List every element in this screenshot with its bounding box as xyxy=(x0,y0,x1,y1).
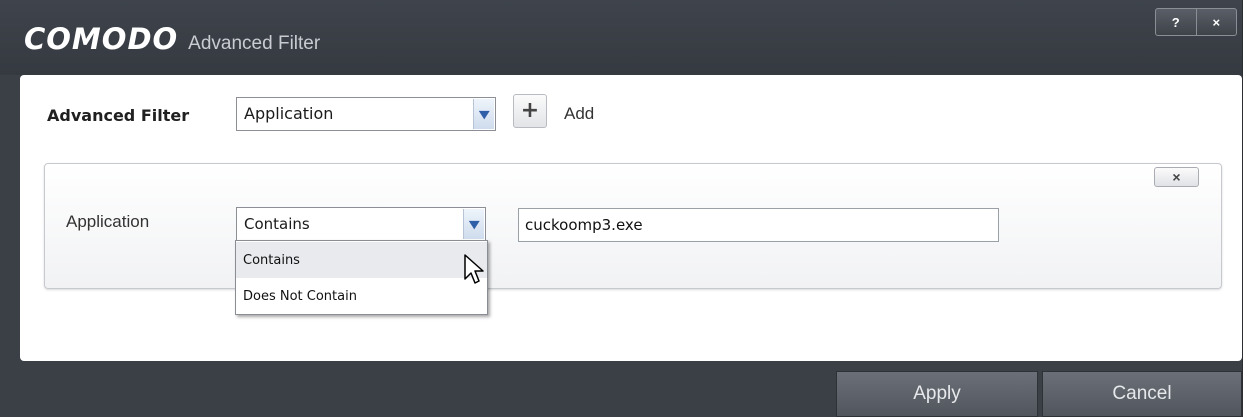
dropdown-option-does-not-contain[interactable]: Does Not Contain xyxy=(236,278,487,314)
advanced-filter-dialog: COMODO Advanced Filter ? × Advanced Filt… xyxy=(0,0,1243,417)
mouse-pointer-icon xyxy=(464,254,484,284)
plus-icon: + xyxy=(520,98,540,123)
brand: COMODO Advanced Filter xyxy=(24,22,320,56)
title-buttons: ? × xyxy=(1155,8,1237,36)
remove-rule-button[interactable]: × xyxy=(1154,167,1199,187)
filter-rule: × Application Contains ▼ xyxy=(44,163,1222,289)
rule-value-field[interactable] xyxy=(519,209,998,241)
chevron-down-icon[interactable]: ▼ xyxy=(463,209,484,239)
close-button[interactable]: × xyxy=(1195,9,1237,35)
comodo-logo: COMODO xyxy=(24,22,179,56)
advanced-filter-label: Advanced Filter xyxy=(47,106,190,125)
dialog-title: Advanced Filter xyxy=(188,33,321,54)
filter-type-select[interactable]: Application ▼ xyxy=(236,97,496,131)
filter-type-value: Application xyxy=(244,104,334,123)
filter-panel: Advanced Filter Application ▼ + Add × Ap… xyxy=(20,75,1242,361)
help-button[interactable]: ? xyxy=(1156,9,1196,35)
rule-value-input[interactable] xyxy=(518,208,999,242)
dropdown-option-contains[interactable]: Contains xyxy=(236,242,487,278)
chevron-down-icon[interactable]: ▼ xyxy=(473,99,494,129)
add-label[interactable]: Add xyxy=(564,104,594,124)
add-button[interactable]: + xyxy=(513,94,547,128)
operator-select[interactable]: Contains ▼ xyxy=(236,207,486,241)
rule-field-label: Application xyxy=(66,212,150,231)
cancel-button[interactable]: Cancel xyxy=(1042,371,1242,417)
apply-button[interactable]: Apply xyxy=(836,371,1038,417)
title-bar: COMODO Advanced Filter ? × xyxy=(0,0,1242,75)
operator-dropdown-menu: Contains Does Not Contain xyxy=(235,240,488,315)
operator-value: Contains xyxy=(244,215,310,233)
